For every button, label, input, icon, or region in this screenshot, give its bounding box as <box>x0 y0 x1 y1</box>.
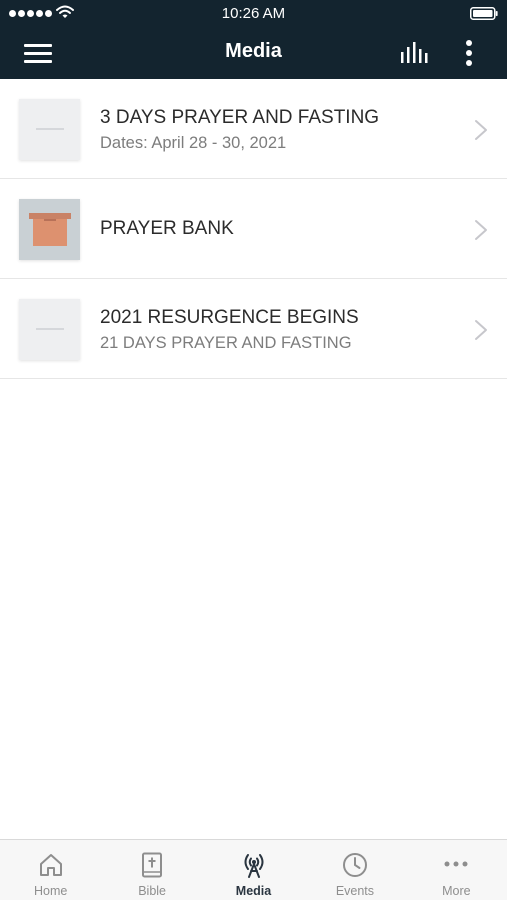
chevron-right-icon <box>475 220 487 240</box>
more-options-icon[interactable] <box>460 38 478 68</box>
tab-bar: Home Bible Media Events More <box>0 839 507 900</box>
tab-more[interactable]: More <box>406 840 507 900</box>
media-list-item[interactable]: 3 DAYS PRAYER AND FASTING Dates: April 2… <box>0 79 507 179</box>
media-item-title: 2021 RESURGENCE BEGINS <box>100 307 359 328</box>
tab-label: Events <box>335 884 375 898</box>
more-horizontal-icon <box>444 861 468 867</box>
chevron-right-icon <box>475 120 487 140</box>
tab-media[interactable]: Media <box>203 840 304 900</box>
tab-label: Home <box>34 884 68 898</box>
bible-icon <box>142 852 163 878</box>
chevron-right-icon <box>475 320 487 340</box>
media-thumbnail <box>19 199 80 260</box>
navigation-bar: Media <box>0 28 507 79</box>
tab-events[interactable]: Events <box>304 840 405 900</box>
audio-bars-icon[interactable] <box>398 39 432 67</box>
tab-bible[interactable]: Bible <box>101 840 202 900</box>
media-thumbnail <box>19 299 80 360</box>
home-icon <box>39 854 62 876</box>
media-item-title: PRAYER BANK <box>100 218 234 239</box>
tab-label: Bible <box>138 884 166 898</box>
tab-label: Media <box>235 884 272 898</box>
media-item-title: 3 DAYS PRAYER AND FASTING <box>100 107 380 128</box>
tab-home[interactable]: Home <box>0 840 101 900</box>
app-header: 10:26 AM Media <box>0 0 507 79</box>
tab-label: More <box>442 884 471 898</box>
hamburger-menu-icon[interactable] <box>24 41 54 65</box>
battery-icon <box>470 7 498 20</box>
clock-icon <box>342 853 367 877</box>
media-item-subtitle: 21 DAYS PRAYER AND FASTING <box>100 334 352 352</box>
media-list-item[interactable]: PRAYER BANK <box>0 179 507 279</box>
broadcast-icon <box>244 854 264 878</box>
media-list-item[interactable]: 2021 RESURGENCE BEGINS 21 DAYS PRAYER AN… <box>0 279 507 379</box>
status-bar: 10:26 AM <box>0 0 507 28</box>
media-item-subtitle: Dates: April 28 - 30, 2021 <box>100 134 287 152</box>
media-list: 3 DAYS PRAYER AND FASTING Dates: April 2… <box>0 79 507 379</box>
status-time: 10:26 AM <box>221 5 286 22</box>
media-thumbnail <box>19 99 80 160</box>
